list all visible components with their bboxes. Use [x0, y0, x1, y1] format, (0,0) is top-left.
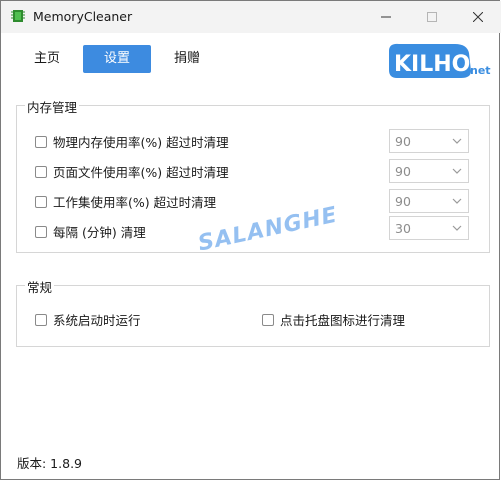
checkbox-box[interactable]: [35, 135, 47, 148]
checkbox-box[interactable]: [262, 313, 274, 326]
physical-memory-select[interactable]: 90: [389, 129, 469, 153]
tab-home[interactable]: 主页: [23, 45, 71, 73]
checkbox-label: 每隔 (分钟) 清理: [53, 225, 146, 240]
checkbox-label: 工作集使用率(%) 超过时清理: [53, 195, 217, 210]
checkbox-label: 点击托盘图标进行清理: [280, 313, 406, 328]
interval-checkbox[interactable]: 每隔 (分钟) 清理: [35, 222, 146, 241]
tab-settings[interactable]: 设置: [83, 45, 151, 73]
working-set-checkbox[interactable]: 工作集使用率(%) 超过时清理: [35, 192, 216, 211]
chevron-down-icon: [452, 168, 462, 174]
version-label: 版本: 1.8.9: [17, 456, 82, 471]
checkbox-box[interactable]: [35, 165, 47, 178]
checkbox-box[interactable]: [35, 195, 47, 208]
select-value: 30: [395, 221, 411, 236]
checkbox-label: 物理内存使用率(%) 超过时清理: [53, 135, 229, 150]
title-bar: MemoryCleaner: [1, 1, 501, 33]
maximize-button[interactable]: [409, 1, 455, 33]
tray-click-clean-checkbox[interactable]: 点击托盘图标进行清理: [262, 310, 405, 329]
memory-group-title: 内存管理: [25, 97, 80, 116]
page-file-checkbox[interactable]: 页面文件使用率(%) 超过时清理: [35, 162, 229, 181]
select-value: 90: [395, 194, 411, 209]
tab-donate[interactable]: 捐赠: [163, 45, 211, 73]
checkbox-label: 页面文件使用率(%) 超过时清理: [53, 165, 229, 180]
chevron-down-icon: [452, 198, 462, 204]
physical-memory-checkbox[interactable]: 物理内存使用率(%) 超过时清理: [35, 132, 229, 151]
general-group-title: 常规: [25, 277, 55, 296]
memory-chip-icon: [11, 10, 25, 22]
close-icon: [473, 12, 483, 22]
run-on-startup-checkbox[interactable]: 系统启动时运行: [35, 310, 141, 329]
kilho-logo: KILHO net: [389, 43, 491, 78]
select-value: 90: [395, 164, 411, 179]
close-button[interactable]: [455, 1, 501, 33]
chevron-down-icon: [452, 138, 462, 144]
checkbox-box[interactable]: [35, 313, 47, 326]
select-value: 90: [395, 134, 411, 149]
logo-text-main: KILHO: [394, 52, 470, 77]
working-set-select[interactable]: 90: [389, 189, 469, 213]
maximize-icon: [427, 12, 437, 22]
checkbox-box[interactable]: [35, 225, 47, 238]
minimize-icon: [381, 16, 391, 18]
chevron-down-icon: [452, 225, 462, 231]
page-file-select[interactable]: 90: [389, 159, 469, 183]
logo-text-sub: net: [470, 64, 491, 77]
minimize-button[interactable]: [363, 1, 409, 33]
app-window: MemoryCleaner 主页 设置 捐赠 KILHO net 内存管理 物理…: [0, 0, 501, 480]
checkbox-label: 系统启动时运行: [53, 313, 141, 328]
interval-select[interactable]: 30: [389, 216, 469, 240]
window-title: MemoryCleaner: [33, 9, 133, 24]
